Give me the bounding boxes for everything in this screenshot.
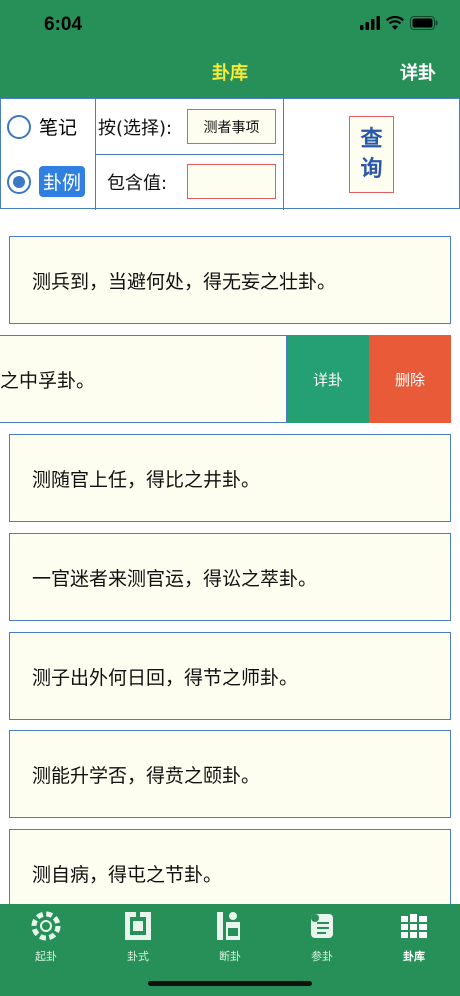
home-indicator <box>148 981 312 986</box>
query-panel: 笔记 卦例 按(选择): 测者事项 包含值: 查询 <box>0 98 460 210</box>
contains-label: 包含值: <box>107 173 168 194</box>
battery-icon <box>410 15 438 34</box>
radio-label-cases: 卦例 <box>39 166 86 197</box>
tab-guashi[interactable]: 卦式 <box>92 910 184 970</box>
list-item-text: 测兵到，当避何处，得无妄之壮卦。 <box>32 270 337 293</box>
detail-nav-button[interactable]: 详卦 <box>400 50 436 100</box>
sort-label: 按(选择): <box>98 118 173 139</box>
status-bar: 6:04 <box>0 0 460 50</box>
record-list[interactable]: 测兵到，当避何处，得无妄之壮卦。 之中孚卦。 详卦 删除 测随官上任，得比之井卦… <box>0 208 460 904</box>
status-icons <box>360 15 438 34</box>
sort-select-value: 测者事项 <box>203 119 260 136</box>
reading-person-icon <box>214 910 246 948</box>
radio-button-selected[interactable] <box>7 169 31 194</box>
radio-button[interactable] <box>7 114 31 139</box>
radio-cases[interactable]: 卦例 <box>7 166 86 197</box>
query-button-label: 查询 <box>360 126 383 182</box>
list-item-text: 一官迷者来测官运，得讼之萃卦。 <box>32 567 318 590</box>
list-item[interactable]: 测能升学否，得贲之颐卦。 <box>9 730 451 818</box>
list-item-text: 测能升学否，得贲之颐卦。 <box>32 764 261 787</box>
divider <box>95 154 284 155</box>
tab-label: 卦式 <box>127 950 149 963</box>
swiped-list-item[interactable]: 之中孚卦。 详卦 删除 <box>0 335 460 423</box>
dharma-wheel-icon <box>30 910 62 948</box>
tab-guaku[interactable]: 卦库 <box>368 910 460 970</box>
list-item[interactable]: 测兵到，当避何处，得无妄之壮卦。 <box>9 236 451 324</box>
contains-input[interactable] <box>187 164 276 199</box>
radio-notes[interactable]: 笔记 <box>7 113 77 140</box>
list-item-text: 之中孚卦。 <box>0 369 96 392</box>
list-item[interactable]: 测子出外何日回，得节之师卦。 <box>9 632 451 720</box>
hexagram-layout-icon <box>122 910 154 948</box>
list-item-text: 测随官上任，得比之井卦。 <box>32 468 261 491</box>
signal-icon <box>360 15 380 34</box>
tab-label: 起卦 <box>35 950 57 963</box>
tab-label: 断卦 <box>219 950 241 963</box>
list-item-text: 测自病，得屯之节卦。 <box>32 863 223 886</box>
bookshelf-icon <box>398 910 430 948</box>
wifi-icon <box>386 15 404 34</box>
sort-select[interactable]: 测者事项 <box>187 109 276 144</box>
tab-label: 卦库 <box>403 950 425 963</box>
list-item[interactable]: 一官迷者来测官运，得讼之萃卦。 <box>9 533 451 621</box>
tab-qigua[interactable]: 起卦 <box>0 910 92 970</box>
swipe-delete-button[interactable]: 删除 <box>369 335 451 423</box>
scroll-icon <box>306 910 338 948</box>
tab-duangua[interactable]: 断卦 <box>184 910 276 970</box>
list-item-text: 测子出外何日回，得节之师卦。 <box>32 666 299 689</box>
list-item[interactable]: 测自病，得屯之节卦。 <box>9 829 451 904</box>
navigation-bar: 卦库 详卦 <box>0 50 460 100</box>
tab-cangua[interactable]: 参卦 <box>276 910 368 970</box>
swipe-detail-button[interactable]: 详卦 <box>287 335 369 423</box>
radio-label-notes: 笔记 <box>39 117 78 139</box>
tab-label: 参卦 <box>311 950 333 963</box>
query-button[interactable]: 查询 <box>349 116 394 193</box>
list-item[interactable]: 之中孚卦。 <box>0 335 287 423</box>
list-item[interactable]: 测随官上任，得比之井卦。 <box>9 434 451 522</box>
page-title: 卦库 <box>212 63 248 84</box>
status-time: 6:04 <box>44 14 83 35</box>
